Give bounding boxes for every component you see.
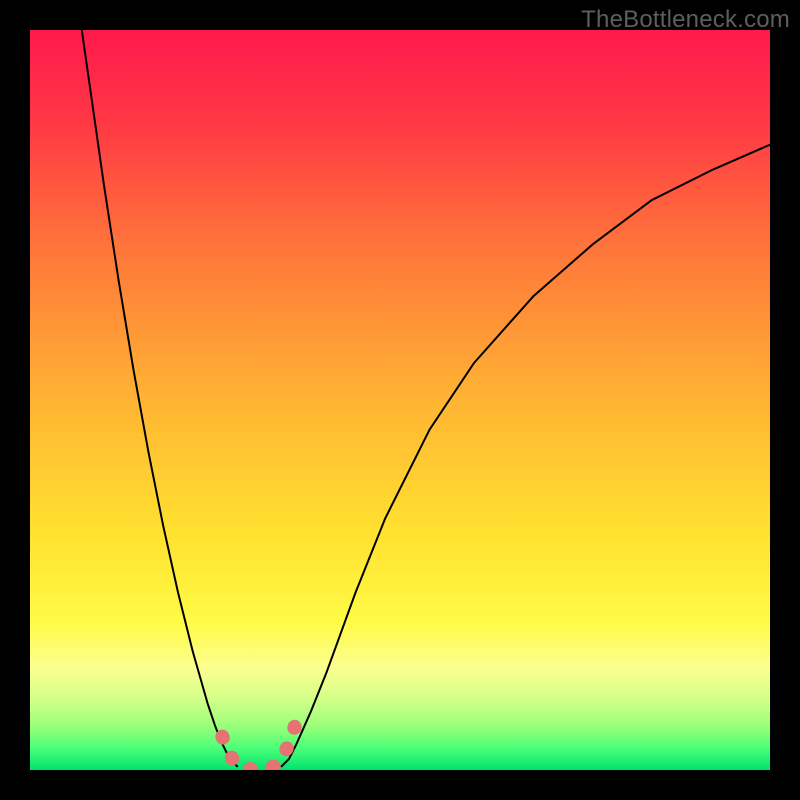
bottleneck-chart <box>30 30 770 770</box>
chart-frame <box>30 30 770 770</box>
chart-background <box>30 30 770 770</box>
watermark-text: TheBottleneck.com <box>581 6 790 34</box>
